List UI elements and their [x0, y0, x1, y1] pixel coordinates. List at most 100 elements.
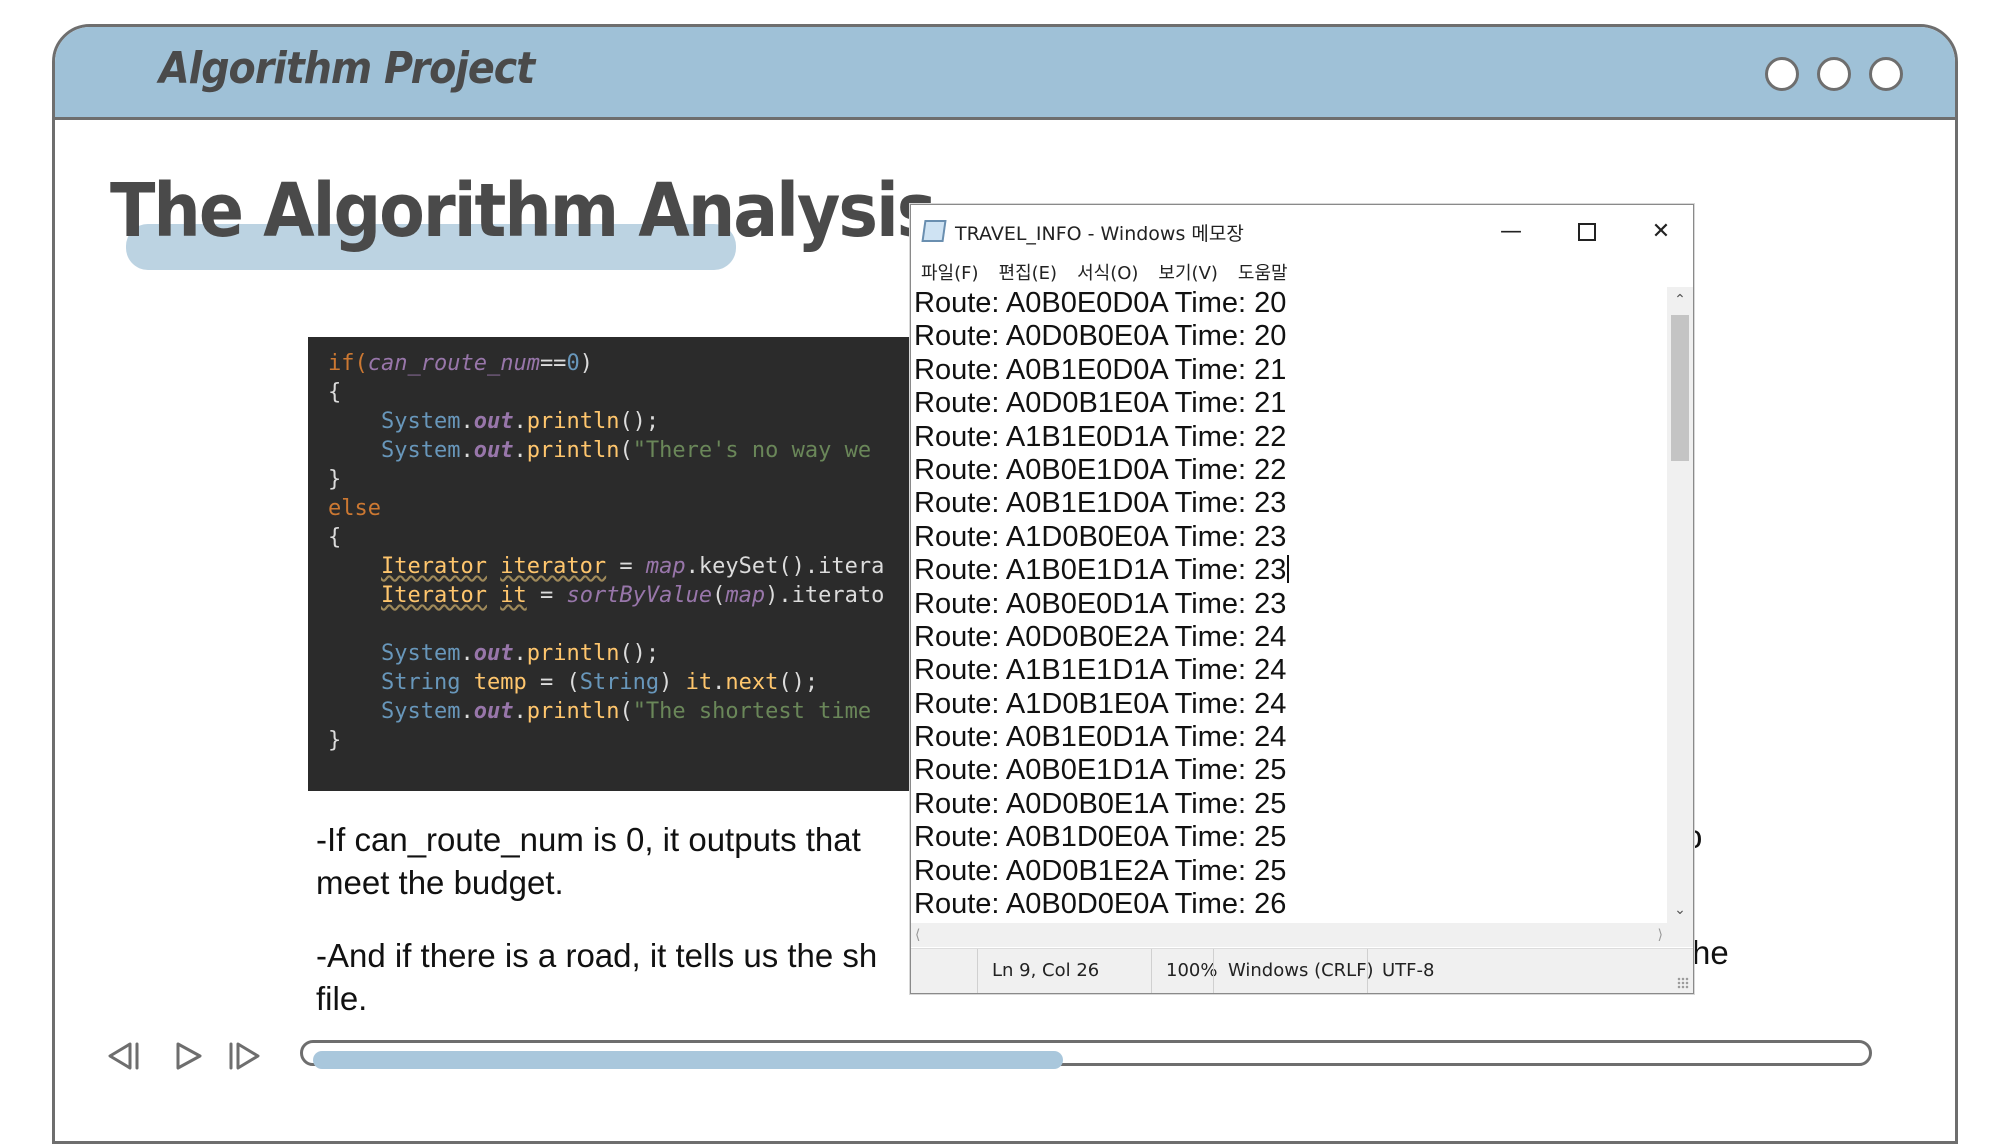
text-line: Route: A0D0B1E2A Time: 25 — [914, 854, 1287, 887]
code-line: } — [308, 726, 913, 755]
code-token: System — [380, 641, 461, 666]
code-line: { — [308, 523, 913, 552]
code-token: System — [380, 409, 461, 434]
code-token: out — [473, 409, 514, 434]
vertical-scrollbar[interactable]: ⌃ ⌄ — [1667, 287, 1693, 923]
code-line: System.out.println("The shortest time — [308, 697, 913, 726]
code-line: System.out.println("There's no way we — [308, 436, 913, 465]
code-line: System.out.println(); — [308, 407, 913, 436]
status-encoding: UTF-8 — [1367, 949, 1502, 993]
skip-forward-icon[interactable] — [226, 1040, 266, 1072]
text-line: Route: A1D0B1E0A Time: 24 — [914, 687, 1287, 720]
horizontal-scrollbar[interactable]: ⟨ ⟩ — [911, 923, 1667, 947]
code-token: temp — [473, 670, 527, 695]
text-line: Route: A0D0B0E2A Time: 24 — [914, 620, 1287, 653]
code-line: Iterator it = sortByValue(map).iterato — [308, 581, 913, 610]
code-token: . — [513, 699, 527, 724]
code-token: next — [725, 670, 779, 695]
progress-bar[interactable] — [300, 1040, 1872, 1069]
code-token: (); — [619, 641, 660, 666]
maximize-button[interactable] — [1557, 213, 1617, 251]
notepad-statusbar: Ln 9, Col 26 100% Windows (CRLF) UTF-8 — [911, 948, 1693, 993]
code-line: System.out.println(); — [308, 639, 913, 668]
dot-icon — [1817, 57, 1851, 91]
code-token: ) — [579, 351, 593, 376]
code-token: println — [526, 409, 620, 434]
text-line: Route: A0B1E0D1A Time: 24 — [914, 721, 1287, 754]
code-token: ) — [659, 670, 686, 695]
scroll-down-icon[interactable]: ⌄ — [1667, 899, 1693, 923]
code-line: String temp = (String) it.next(); — [308, 668, 913, 697]
notepad-titlebar[interactable]: TRAVEL_INFO - Windows 메모장 — ✕ — [911, 205, 1693, 259]
dot-icon — [1869, 57, 1903, 91]
code-line: Iterator iterator = map.keySet().itera — [308, 552, 913, 581]
minimize-button[interactable]: — — [1481, 213, 1541, 251]
notepad-icon — [921, 220, 947, 242]
scroll-up-icon[interactable]: ⌃ — [1667, 287, 1693, 311]
notepad-text-area[interactable]: Route: A0B0E0D0A Time: 20 Route: A0D0B0E0… — [911, 287, 1663, 921]
code-token: = — [526, 583, 567, 608]
text-line: Route: A0B0E1D0A Time: 22 — [914, 453, 1287, 486]
dot-icon — [1765, 57, 1799, 91]
code-token: String — [380, 670, 461, 695]
code-token: . — [460, 409, 474, 434]
code-token: (); — [619, 409, 660, 434]
text-line: Route: A0B1D0E0A Time: 25 — [914, 821, 1287, 854]
code-token: . — [712, 670, 726, 695]
code-line: } — [308, 465, 913, 494]
text-line: Route: A0D0B0E1A Time: 25 — [914, 787, 1287, 820]
text-caret — [1287, 555, 1290, 584]
maximize-icon — [1578, 223, 1596, 241]
status-zoom: 100% — [1151, 949, 1217, 993]
play-icon[interactable] — [170, 1040, 210, 1072]
scrollbar-thumb[interactable] — [1671, 315, 1689, 461]
notepad-window[interactable]: TRAVEL_INFO - Windows 메모장 — ✕ 파일(F) 편집(E)… — [910, 204, 1694, 994]
code-token: System — [380, 699, 461, 724]
code-token: iterator — [500, 554, 607, 579]
menu-item-3[interactable]: 보기(V) — [1158, 259, 1217, 289]
menu-item-0[interactable]: 파일(F) — [921, 259, 979, 289]
code-token: "The shortest time — [632, 699, 872, 724]
text-line: Route: A0B0E1D1A Time: 25 — [914, 754, 1287, 787]
status-line-ending: Windows (CRLF) — [1213, 949, 1374, 993]
code-token: ( — [619, 699, 633, 724]
notepad-title: TRAVEL_INFO - Windows 메모장 — [955, 223, 1244, 245]
code-token: Iterator — [380, 583, 487, 608]
window-dots — [1765, 57, 1903, 91]
scroll-left-icon[interactable]: ⟨ — [915, 923, 920, 947]
menu-item-2[interactable]: 서식(O) — [1077, 259, 1138, 289]
text-line: Route: A0B1E0D0A Time: 21 — [914, 353, 1287, 386]
code-token: out — [473, 641, 514, 666]
code-token: 0 — [566, 351, 580, 376]
menu-item-4[interactable]: 도움말 — [1238, 259, 1288, 289]
text-line: Route: A0D0B0E0A Time: 20 — [914, 320, 1287, 353]
code-token: it — [500, 583, 527, 608]
close-button[interactable]: ✕ — [1631, 213, 1691, 251]
code-token: println — [526, 699, 620, 724]
code-token: . — [513, 409, 527, 434]
text-line: Route: A0B0D0E0A Time: 26 — [914, 888, 1287, 921]
slide-header: Algorithm Project — [55, 27, 1955, 120]
scroll-right-icon[interactable]: ⟩ — [1658, 923, 1663, 947]
code-token: can_route_num — [367, 351, 540, 376]
text-line: Route: A1B1E1D1A Time: 24 — [914, 654, 1287, 687]
code-token: sortByValue — [566, 583, 713, 608]
status-position: Ln 9, Col 26 — [977, 949, 1152, 993]
code-token: { — [328, 380, 342, 405]
resize-grip-icon[interactable] — [1677, 977, 1689, 989]
skip-back-icon[interactable] — [102, 1040, 142, 1072]
menu-item-1[interactable]: 편집(E) — [999, 259, 1058, 289]
code-token: .keySet().itera — [685, 554, 885, 579]
code-line: if(can_route_num==0) — [308, 349, 913, 378]
code-token: = — [606, 554, 646, 579]
code-token: println — [526, 641, 620, 666]
code-token: else — [328, 496, 381, 521]
text-line: Route: A0B0E0D1A Time: 23 — [914, 587, 1287, 620]
code-token: = ( — [526, 670, 580, 695]
